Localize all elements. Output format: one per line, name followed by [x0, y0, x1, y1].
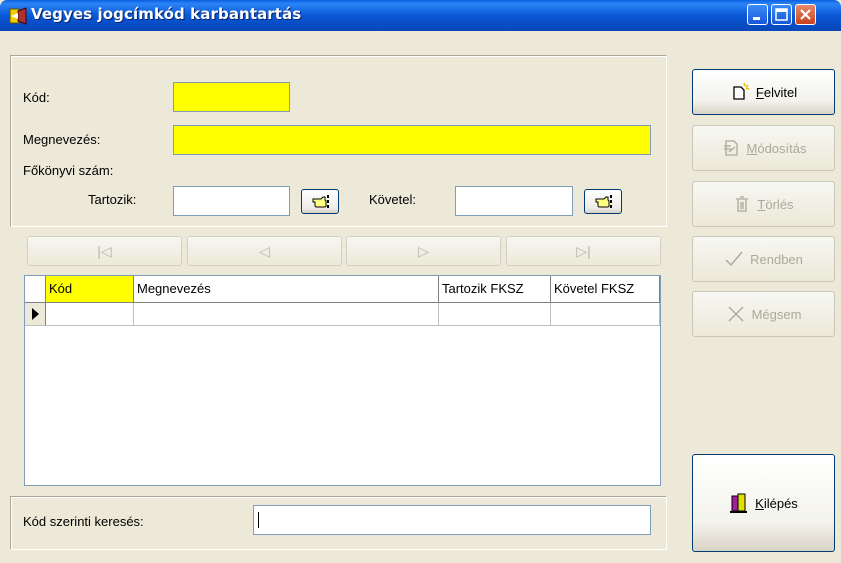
kovetel-label: Követel:: [369, 192, 416, 207]
maximize-icon: [775, 8, 788, 21]
torles-button[interactable]: Törlés: [692, 181, 835, 227]
fokonyvi-label: Főkönyvi szám:: [23, 163, 114, 178]
rendben-label: Rendben: [750, 251, 803, 267]
torles-label: Törlés: [757, 196, 794, 212]
current-row-arrow-icon: [32, 308, 39, 320]
modositas-label: Módosítás: [746, 140, 807, 156]
kod-field[interactable]: [173, 82, 290, 112]
grid-header-kovetel[interactable]: Követel FKSZ: [551, 276, 660, 303]
kod-label: Kód:: [23, 90, 50, 105]
x-icon: [728, 306, 744, 322]
close-icon: [800, 9, 811, 20]
exit-door-icon: [730, 493, 748, 513]
nav-prev-button[interactable]: ◁: [187, 236, 342, 266]
kovetel-field[interactable]: [455, 186, 573, 216]
modositas-button[interactable]: Módosítás: [692, 125, 835, 171]
data-grid[interactable]: Kód Megnevezés Tartozik FKSZ Követel FKS…: [24, 275, 661, 486]
text-cursor: [258, 511, 259, 528]
checkmark-icon: [725, 251, 743, 267]
close-button[interactable]: [795, 4, 816, 25]
kilepes-label: Kilépés: [755, 495, 798, 511]
app-icon: [9, 7, 27, 25]
kovetel-lookup-button[interactable]: [584, 189, 622, 214]
row-indicator[interactable]: [25, 303, 46, 326]
megnevezes-label: Megnevezés:: [23, 132, 101, 147]
window-title: Vegyes jogcímkód karbantartás: [31, 5, 302, 23]
megnevezes-field[interactable]: [173, 125, 651, 155]
pointing-hand-icon: [312, 195, 329, 208]
minimize-icon: [753, 17, 760, 20]
pointing-hand-icon: [595, 195, 612, 208]
search-label: Kód szerinti keresés:: [23, 514, 144, 529]
megsem-button[interactable]: Mégsem: [692, 291, 835, 337]
tartozik-lookup-button[interactable]: [301, 189, 339, 214]
nav-first-button[interactable]: |◁: [27, 236, 182, 266]
grid-cell[interactable]: [551, 303, 660, 326]
grid-cell[interactable]: [46, 303, 134, 326]
minimize-button[interactable]: [747, 4, 768, 25]
grid-cell[interactable]: [439, 303, 551, 326]
grid-header-kod[interactable]: Kód: [46, 276, 134, 303]
title-bar[interactable]: Vegyes jogcímkód karbantartás: [0, 0, 841, 31]
nav-last-button[interactable]: ▷|: [506, 236, 661, 266]
trash-icon: [736, 196, 749, 212]
grid-header-megnevezes[interactable]: Megnevezés: [134, 276, 439, 303]
grid-header-tartozik[interactable]: Tartozik FKSZ: [439, 276, 551, 303]
grid-cell[interactable]: [134, 303, 439, 326]
kilepes-button[interactable]: Kilépés: [692, 454, 835, 552]
tartozik-label: Tartozik:: [88, 192, 137, 207]
tartozik-field[interactable]: [173, 186, 290, 216]
grid-indicator-header: [25, 276, 46, 303]
search-input[interactable]: [253, 505, 651, 535]
felvitel-label: Felvitel: [755, 84, 798, 100]
felvitel-button[interactable]: Felvitel: [692, 69, 835, 115]
nav-next-button[interactable]: ▷: [346, 236, 501, 266]
new-document-icon: [733, 82, 750, 100]
megsem-label: Mégsem: [751, 306, 802, 322]
edit-document-icon: [723, 140, 738, 156]
maximize-button[interactable]: [771, 4, 792, 25]
rendben-button[interactable]: Rendben: [692, 236, 835, 282]
